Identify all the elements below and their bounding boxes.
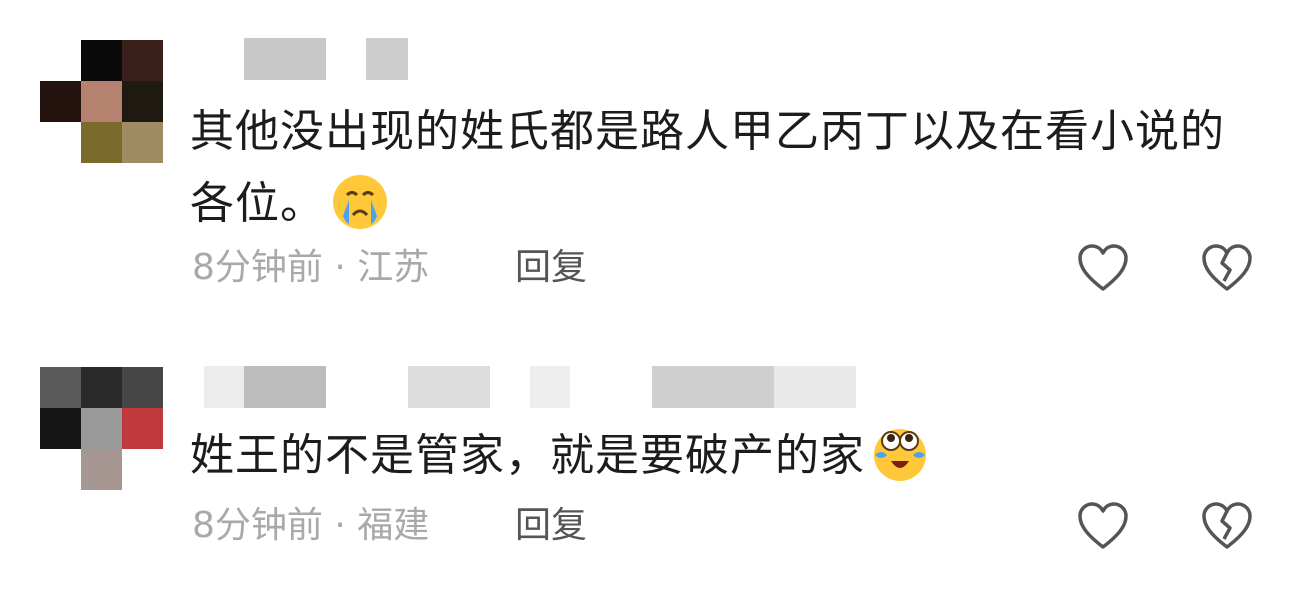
reply-button[interactable]: 回复 [515,504,587,548]
heart-outline-icon[interactable] [1076,501,1130,551]
timestamp: 8分钟前 [192,247,323,288]
comment-text: 姓王的不是管家，就是要破产的家 [190,420,1250,492]
comment-item: 姓王的不是管家，就是要破产的家 8分钟前 · 福建 回复 [0,320,1305,600]
broken-heart-icon[interactable] [1200,243,1254,293]
comment-meta: 8分钟前 · 福建 [192,505,430,546]
crying-face-emoji [331,173,389,231]
heart-outline-icon[interactable] [1076,243,1130,293]
comment-meta: 8分钟前 · 江苏 [192,247,430,288]
timestamp: 8分钟前 [192,505,323,546]
reply-button[interactable]: 回复 [515,246,587,290]
comment-body: 姓王的不是管家，就是要破产的家 [190,430,865,481]
comment-item: 其他没出现的姓氏都是路人甲乙丙丁以及在看小说的各位。 8分钟前 · 江苏 回复 [0,0,1305,320]
avatar[interactable] [40,40,163,163]
broken-heart-icon[interactable] [1200,501,1254,551]
location: 江苏 [357,247,430,288]
avatar[interactable] [40,367,163,490]
location: 福建 [357,505,430,546]
comment-text: 其他没出现的姓氏都是路人甲乙丙丁以及在看小说的各位。 [190,96,1250,240]
pleading-crying-emoji [871,425,929,483]
